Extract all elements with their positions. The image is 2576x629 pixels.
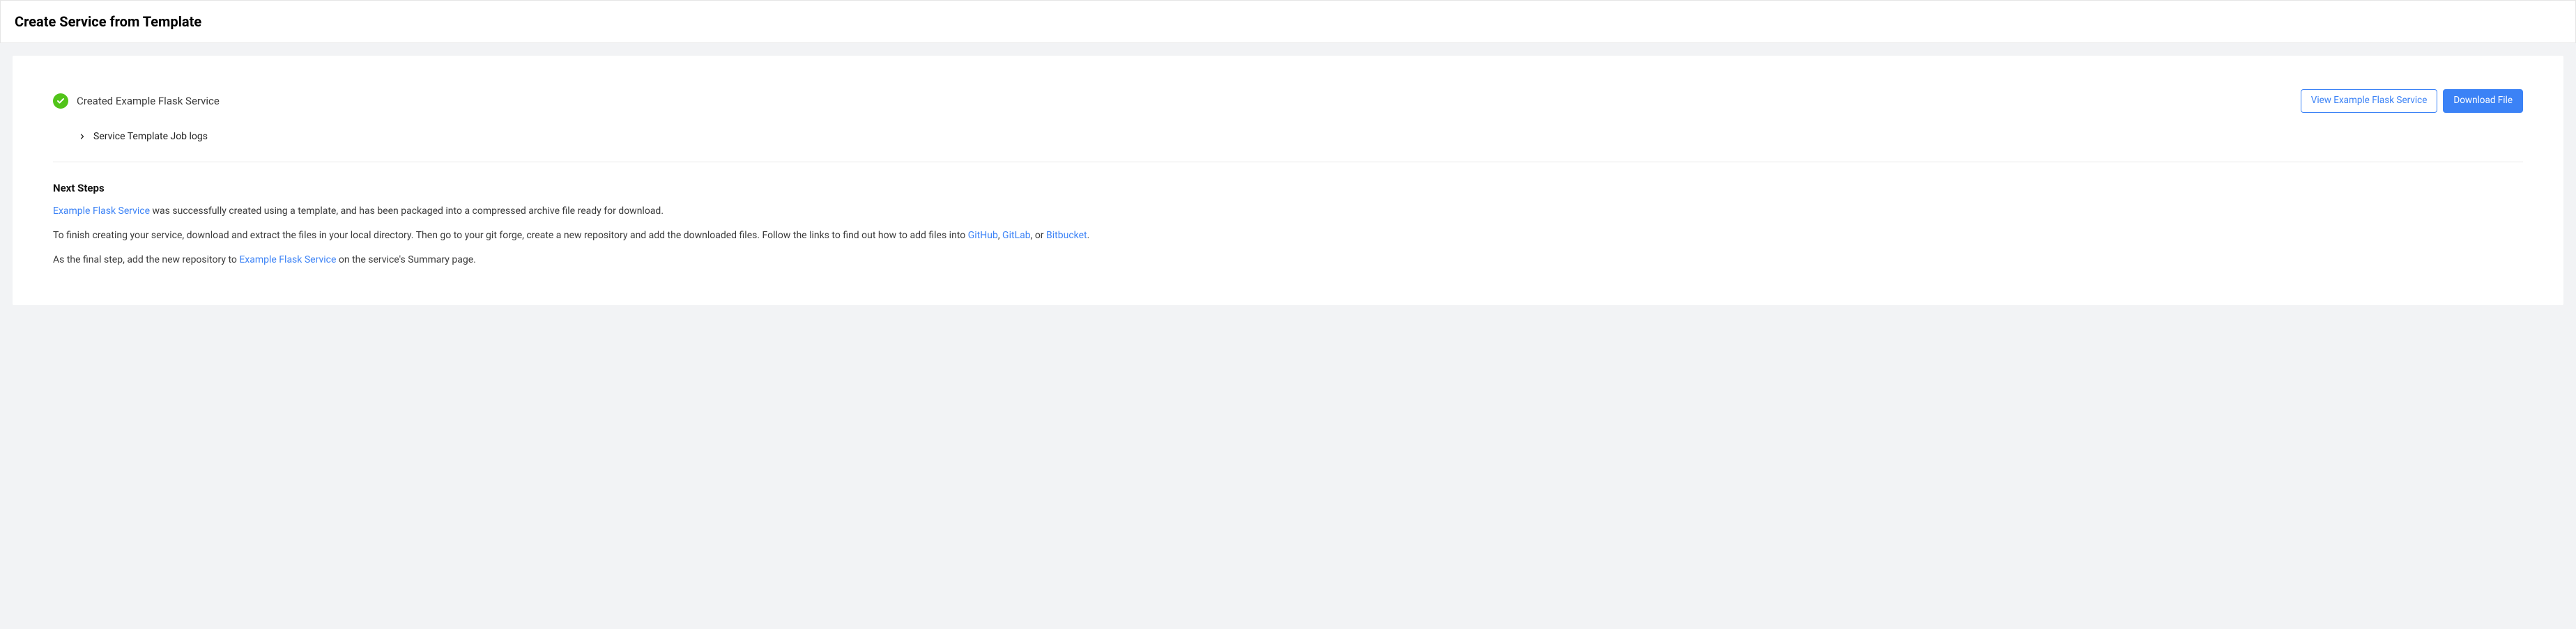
status-message: Created Example Flask Service [77, 95, 220, 107]
next-steps-paragraph-2: To finish creating your service, downloa… [53, 228, 2523, 243]
status-row: Created Example Flask Service View Examp… [53, 89, 2523, 113]
logs-expand-row[interactable]: Service Template Job logs [53, 131, 2523, 142]
action-buttons: View Example Flask Service Download File [2301, 89, 2523, 113]
service-summary-link[interactable]: Example Flask Service [239, 254, 336, 265]
chevron-right-icon [78, 132, 86, 141]
next-steps-paragraph-3: As the final step, add the new repositor… [53, 253, 2523, 267]
text-span: . [1087, 230, 1090, 241]
status-left: Created Example Flask Service [53, 93, 220, 109]
bitbucket-link[interactable]: Bitbucket [1046, 230, 1087, 241]
page-header: Create Service from Template [0, 0, 2576, 43]
text-span: on the service's Summary page. [336, 254, 475, 265]
text-span: To finish creating your service, downloa… [53, 230, 968, 241]
next-steps-heading: Next Steps [53, 182, 2523, 194]
next-steps-paragraph-1: Example Flask Service was successfully c… [53, 204, 2523, 219]
gitlab-link[interactable]: GitLab [1002, 230, 1031, 241]
next-steps-section: Next Steps Example Flask Service was suc… [53, 182, 2523, 267]
success-check-icon [53, 93, 68, 109]
service-link[interactable]: Example Flask Service [53, 205, 150, 217]
download-file-button[interactable]: Download File [2443, 89, 2523, 113]
view-service-button[interactable]: View Example Flask Service [2301, 89, 2438, 113]
page-title: Create Service from Template [15, 13, 2561, 30]
logs-label: Service Template Job logs [93, 131, 208, 142]
text-span: was successfully created using a templat… [150, 205, 664, 217]
text-span: As the final step, add the new repositor… [53, 254, 239, 265]
text-span: , or [1031, 230, 1046, 241]
github-link[interactable]: GitHub [968, 230, 998, 241]
content-panel: Created Example Flask Service View Examp… [13, 56, 2563, 305]
